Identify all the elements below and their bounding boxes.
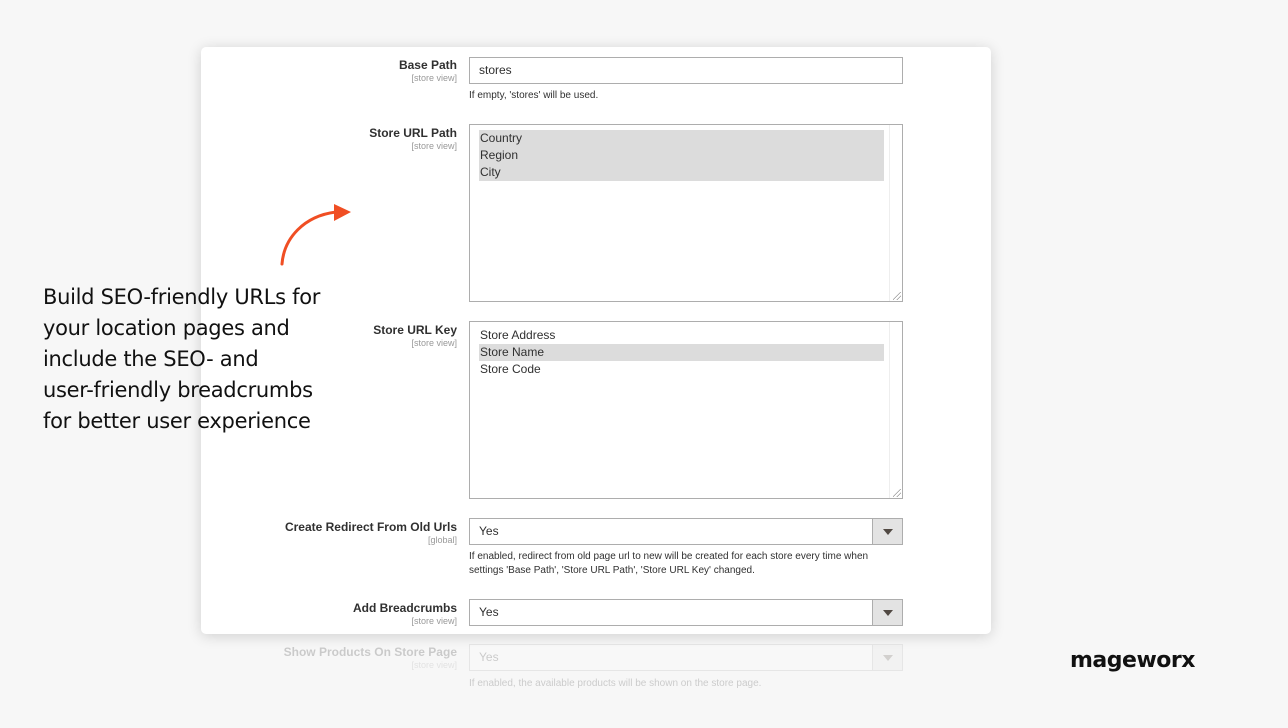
store-url-path-multiselect[interactable]: Country Region City xyxy=(469,124,903,302)
create-redirect-note: If enabled, redirect from old page url t… xyxy=(469,550,909,578)
show-products-note: If enabled, the available products will … xyxy=(469,678,762,689)
resize-grip-icon[interactable] xyxy=(893,489,901,497)
show-products-value: Yes xyxy=(479,650,499,664)
promo-headline: Build SEO-friendly URLs for your locatio… xyxy=(43,282,373,437)
add-breadcrumbs-value: Yes xyxy=(479,605,499,619)
add-breadcrumbs-select[interactable]: Yes xyxy=(469,599,903,626)
resize-grip-icon[interactable] xyxy=(893,292,901,300)
multiselect-option[interactable]: Country xyxy=(479,130,884,147)
base-path-note: If empty, 'stores' will be used. xyxy=(469,90,599,101)
base-path-input[interactable]: stores xyxy=(469,57,903,84)
base-path-label: Base Path xyxy=(398,58,457,72)
multiselect-option[interactable]: Store Address xyxy=(479,327,884,344)
chevron-down-icon[interactable] xyxy=(872,519,902,544)
multiselect-option[interactable]: City xyxy=(479,164,884,181)
add-breadcrumbs-label: Add Breadcrumbs xyxy=(352,601,457,615)
store-url-path-label: Store URL Path xyxy=(369,126,457,140)
promo-line: for better user experience xyxy=(43,409,311,433)
add-breadcrumbs-scope: [store view] xyxy=(411,616,457,626)
add-breadcrumbs-label-group: Add Breadcrumbs [store view] xyxy=(201,601,457,627)
base-path-scope: [store view] xyxy=(411,73,457,83)
multiselect-option[interactable]: Region xyxy=(479,147,884,164)
chevron-down-icon[interactable] xyxy=(872,600,902,625)
chevron-down-icon[interactable] xyxy=(872,645,902,670)
show-products-select[interactable]: Yes xyxy=(469,644,903,671)
promo-line: Build SEO-friendly URLs for xyxy=(43,285,321,309)
promo-line: user-friendly breadcrumbs xyxy=(43,378,313,402)
faded-form-continuation: Show Products On Store Page [store view]… xyxy=(201,634,991,728)
curved-arrow-icon xyxy=(280,204,351,266)
create-redirect-scope: [global] xyxy=(427,535,457,545)
show-products-label-group: Show Products On Store Page [store view] xyxy=(201,645,457,671)
create-redirect-select[interactable]: Yes xyxy=(469,518,903,545)
promo-line: your location pages and xyxy=(43,316,290,340)
store-url-key-multiselect[interactable]: Store Address Store Name Store Code xyxy=(469,321,903,499)
multiselect-option[interactable]: Store Code xyxy=(479,361,884,378)
create-redirect-note-line1: If enabled, redirect from old page url t… xyxy=(469,551,869,562)
create-redirect-note-line2: settings 'Base Path', 'Store URL Path', … xyxy=(469,565,755,576)
scrollbar-track[interactable] xyxy=(889,125,902,301)
store-url-path-scope: [store view] xyxy=(411,141,457,151)
create-redirect-value: Yes xyxy=(479,524,499,538)
create-redirect-label-group: Create Redirect From Old Urls [global] xyxy=(201,520,457,546)
scrollbar-track[interactable] xyxy=(889,322,902,498)
show-products-scope: [store view] xyxy=(411,660,457,670)
store-url-path-label-group: Store URL Path [store view] xyxy=(201,126,457,152)
base-path-label-group: Base Path [store view] xyxy=(201,58,457,84)
mageworx-logo: mageworx xyxy=(1070,648,1195,673)
multiselect-option[interactable]: Store Name xyxy=(479,344,884,361)
promo-line: include the SEO- and xyxy=(43,347,259,371)
show-products-label: Show Products On Store Page xyxy=(283,645,457,659)
create-redirect-label: Create Redirect From Old Urls xyxy=(284,520,457,534)
